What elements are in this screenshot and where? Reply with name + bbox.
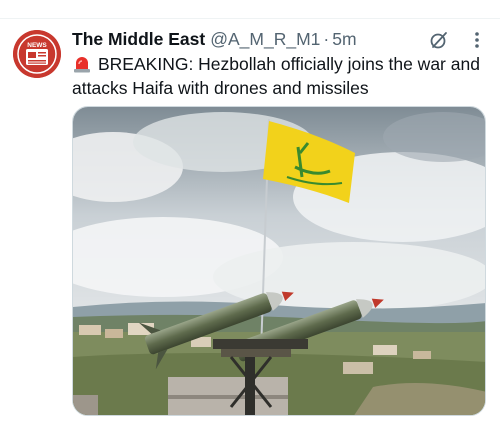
avatar-logo-text: NEWS [27, 42, 47, 49]
tweet-body: BREAKING: Hezbollah officially joins the… [72, 54, 480, 98]
separator-dot: · [323, 28, 330, 49]
news-logo-icon: NEWS [13, 30, 61, 78]
photo-missiles-flag-icon [73, 107, 485, 415]
timestamp[interactable]: 5m [332, 29, 356, 50]
more-icon[interactable] [468, 30, 486, 50]
tweet-header: The Middle East @A_M_R_M1 · 5m [72, 28, 490, 50]
tweet-photo[interactable] [72, 106, 486, 416]
timeline-divider [0, 18, 500, 19]
rotating-light-icon [74, 57, 90, 73]
author-handle[interactable]: @A_M_R_M1 [210, 29, 320, 50]
grok-icon[interactable] [429, 30, 449, 50]
tweet-text: BREAKING: Hezbollah officially joins the… [72, 52, 492, 100]
author-display-name[interactable]: The Middle East [72, 29, 205, 50]
avatar[interactable]: NEWS [13, 30, 61, 78]
